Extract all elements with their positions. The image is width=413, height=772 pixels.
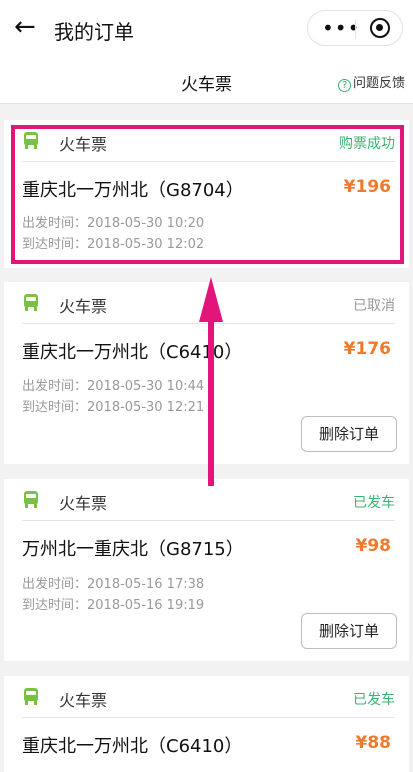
order-route: 重庆北一万州北（G8704）	[22, 180, 244, 201]
order-type: 火车票	[59, 135, 108, 154]
depart-time: 出发时间：2018-05-30 10:20	[22, 216, 205, 231]
depart-time: 出发时间：2018-05-16 17:38	[22, 577, 205, 592]
order-price: ¥98	[355, 536, 392, 556]
order-status: 已取消	[353, 298, 395, 314]
arrive-time: 到达时间：2018-05-16 19:19	[22, 598, 205, 613]
train-icon	[22, 294, 40, 312]
capsule-divider	[355, 19, 356, 39]
arrive-time: 到达时间：2018-05-30 12:21	[22, 400, 205, 415]
arrow-shaft	[208, 310, 214, 486]
sub-header: 火车票 ? 问题反馈	[0, 56, 413, 104]
order-card-header: 火车票 已发车	[22, 676, 395, 718]
train-icon	[22, 688, 40, 706]
feedback-link[interactable]: ? 问题反馈	[337, 72, 405, 92]
order-type: 火车票	[59, 691, 108, 710]
order-card[interactable]: 火车票 购票成功 重庆北一万州北（G8704） ¥196 出发时间：2018-0…	[4, 120, 409, 268]
order-status: 购票成功	[339, 136, 395, 152]
navigation-bar: ← 我的订单 •••	[0, 0, 413, 56]
train-icon	[22, 491, 40, 509]
order-status: 已发车	[353, 495, 395, 511]
train-icon	[22, 132, 40, 150]
arrive-time: 到达时间：2018-05-30 12:02	[22, 237, 205, 252]
order-route: 万州北一重庆北（G8715）	[22, 539, 244, 560]
question-icon: ?	[337, 79, 351, 92]
order-card[interactable]: 火车票 已发车 万州北一重庆北（G8715） ¥98 出发时间：2018-05-…	[4, 479, 409, 661]
order-type: 火车票	[59, 297, 108, 316]
arrow-left-icon[interactable]: ←	[14, 14, 40, 40]
feedback-label: 问题反馈	[352, 76, 405, 91]
order-card[interactable]: 火车票 已发车 重庆北一万州北（C6410） ¥88	[4, 676, 409, 772]
page-title: 我的订单	[54, 20, 134, 44]
mini-program-capsule: •••	[307, 10, 403, 46]
order-type: 火车票	[59, 494, 108, 513]
order-route: 重庆北一万州北（C6410）	[22, 736, 243, 757]
order-price: ¥196	[343, 177, 391, 197]
depart-time: 出发时间：2018-05-30 10:44	[22, 379, 205, 394]
order-status: 已发车	[353, 692, 395, 708]
target-icon[interactable]	[370, 18, 390, 38]
delete-order-button[interactable]: 删除订单	[301, 613, 397, 649]
order-price: ¥88	[355, 733, 392, 753]
delete-order-button[interactable]: 删除订单	[301, 416, 397, 452]
order-card-header: 火车票 购票成功	[22, 120, 395, 162]
order-price: ¥176	[343, 339, 391, 359]
